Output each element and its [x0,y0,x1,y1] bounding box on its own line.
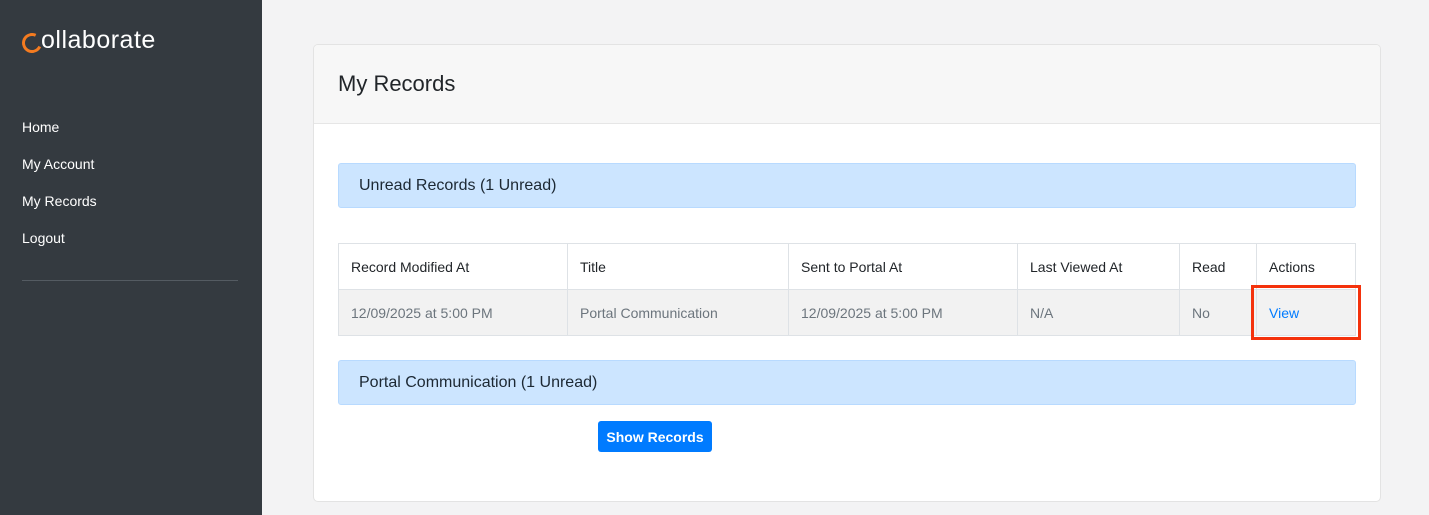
sidebar-item-my-account[interactable]: My Account [22,154,97,191]
cell-actions: View [1256,289,1356,336]
records-card: My Records Unread Records (1 Unread) Rec… [313,44,1381,502]
cell-last-viewed: N/A [1017,289,1180,336]
cell-read: No [1179,289,1257,336]
card-header: My Records [314,45,1380,124]
portal-communication-section[interactable]: Portal Communication (1 Unread) [338,360,1356,405]
brand-logo[interactable]: ollaborate [19,26,156,56]
sidebar-item-my-records[interactable]: My Records [22,191,97,228]
view-record-link[interactable]: View [1269,305,1299,321]
table-row: 12/09/2025 at 5:00 PM Portal Communicati… [338,289,1356,336]
column-header-last-viewed: Last Viewed At [1017,243,1180,290]
cell-sent-at: 12/09/2025 at 5:00 PM [788,289,1018,336]
column-header-read: Read [1179,243,1257,290]
page-title: My Records [338,71,456,96]
column-header-modified-at: Record Modified At [338,243,568,290]
cell-modified-at: 12/09/2025 at 5:00 PM [338,289,568,336]
column-header-actions: Actions [1256,243,1356,290]
table-header-row: Record Modified At Title Sent to Portal … [338,243,1356,290]
brand-name: ollaborate [41,26,156,54]
cell-title: Portal Communication [567,289,789,336]
column-header-title: Title [567,243,789,290]
column-header-sent-at: Sent to Portal At [788,243,1018,290]
sidebar-nav: Home My Account My Records Logout [22,117,97,265]
records-table: Record Modified At Title Sent to Portal … [338,243,1356,336]
unread-records-section[interactable]: Unread Records (1 Unread) [338,163,1356,208]
sidebar-item-home[interactable]: Home [22,117,97,154]
show-records-button[interactable]: Show Records [598,421,712,452]
sidebar-item-logout[interactable]: Logout [22,228,97,265]
sidebar-divider [22,280,238,281]
sidebar: ollaborate Home My Account My Records Lo… [0,0,262,515]
